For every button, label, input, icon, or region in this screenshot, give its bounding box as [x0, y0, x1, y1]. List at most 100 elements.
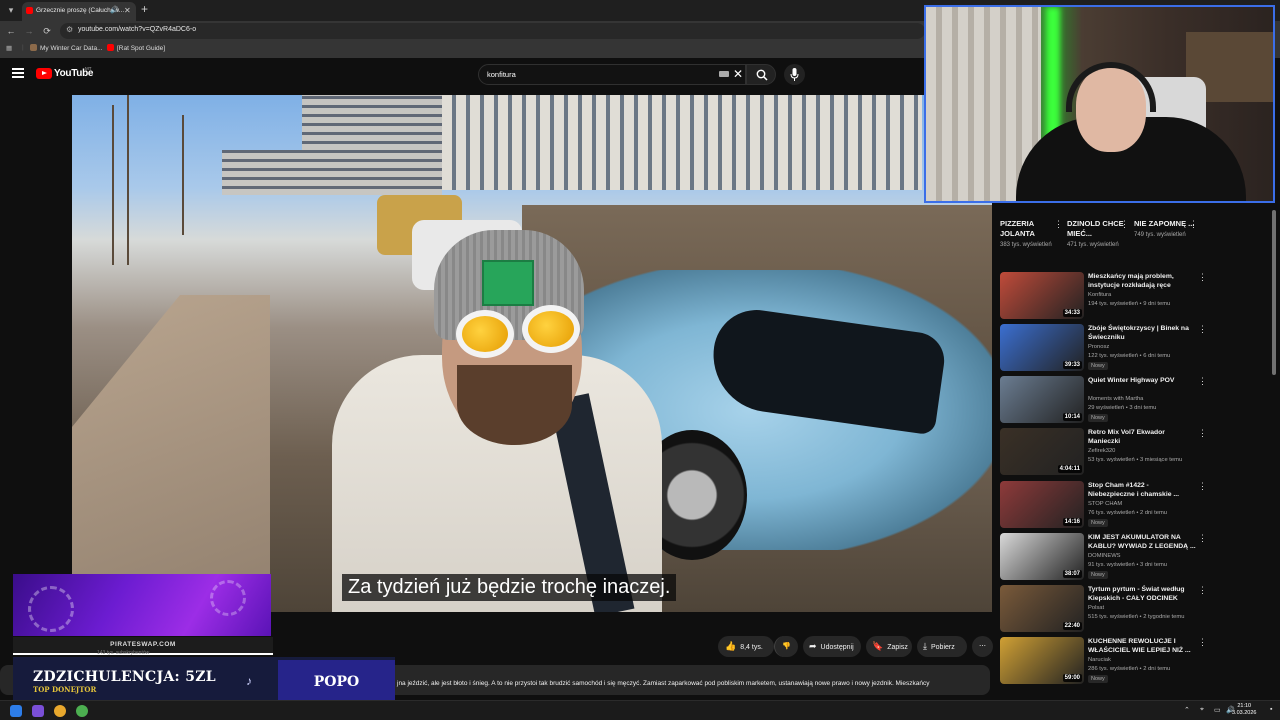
tab-close-icon[interactable]: ✕: [124, 2, 131, 19]
youtube-logo-icon[interactable]: [36, 68, 52, 79]
donation-alert: ZDZICHULENCJA: 5ZL TOP DONEJTOR ♪ POPO: [13, 657, 395, 706]
channel-name[interactable]: Zefirek320: [1088, 448, 1115, 454]
recommendation-item[interactable]: 38:07 KIM JEST AKUMULATOR NA KABLU? WYWIA…: [1000, 533, 1210, 581]
video-thumbnail[interactable]: 39:33: [1000, 324, 1084, 371]
video-duration: 14:16: [1062, 518, 1082, 526]
bookmark-rat-spot[interactable]: [Rat Spot Guide]: [107, 44, 165, 52]
video-title[interactable]: Retro Mix Vol7 Ekwador Manieczki: [1088, 428, 1196, 446]
download-button[interactable]: ⤓ Pobierz: [917, 636, 967, 657]
new-tab-icon[interactable]: +: [141, 2, 148, 16]
audio-icon[interactable]: 🔊: [110, 2, 119, 19]
video-title[interactable]: Zbóje Świętokrzyscy | Binek na Świecznik…: [1088, 324, 1196, 342]
video-title[interactable]: Quiet Winter Highway POV: [1088, 376, 1196, 385]
channel-name[interactable]: STOP CHAM: [1088, 501, 1122, 507]
forward-icon[interactable]: →: [22, 24, 36, 38]
new-badge: Nowy: [1088, 519, 1108, 527]
donation-label: TOP DONEJTOR: [33, 685, 97, 694]
recommendation-item[interactable]: 10:14 Quiet Winter Highway POV Moments wit…: [1000, 376, 1210, 424]
video-thumbnail[interactable]: 22:40: [1000, 585, 1084, 632]
more-icon[interactable]: ⋮: [1198, 376, 1207, 387]
save-button[interactable]: 🔖 Zapisz: [866, 636, 912, 657]
channel-name[interactable]: Pronosz: [1088, 344, 1109, 350]
recommendation-item[interactable]: 59:00 KUCHENNE REWOLUCJE I WŁAŚCICIEL WIE…: [1000, 637, 1210, 685]
recommendation-item[interactable]: 39:33 Zbóje Świętokrzyscy | Binek na Świe…: [1000, 324, 1210, 372]
more-icon[interactable]: ⋮: [1198, 585, 1207, 596]
video-thumbnail[interactable]: 14:16: [1000, 481, 1084, 528]
site-info-icon[interactable]: ⚙: [66, 25, 73, 34]
chip-views: 471 tys. wyświetleń: [1067, 242, 1119, 248]
bookmark-favicon-icon: [107, 44, 114, 51]
chrome-icon[interactable]: [54, 705, 66, 717]
more-icon[interactable]: ⋮: [1198, 533, 1207, 544]
more-icon[interactable]: ⋮: [1198, 481, 1207, 492]
reload-icon[interactable]: ⟳: [40, 24, 54, 38]
video-thumbnail[interactable]: 34:33: [1000, 272, 1084, 319]
more-icon[interactable]: ⋮: [1198, 428, 1207, 439]
channel-name[interactable]: Naruciak: [1088, 657, 1111, 663]
chip-views: 749 tys. wyświetleń: [1134, 232, 1186, 238]
download-icon: ⤓: [923, 641, 927, 651]
menu-icon[interactable]: [12, 68, 24, 78]
video-player[interactable]: Za tydzień już będzie trochę inaczej.: [72, 95, 992, 612]
dislike-button[interactable]: 👎: [774, 636, 798, 657]
video-title[interactable]: Stop Cham #1422 - Niebezpieczne i chamsk…: [1088, 481, 1196, 499]
video-title[interactable]: KUCHENNE REWOLUCJE I WŁAŚCICIEL WIE LEPI…: [1088, 637, 1196, 655]
notification-icon[interactable]: ▪: [1270, 706, 1272, 713]
donor-name: POPO: [313, 674, 360, 690]
tray-chevron-icon[interactable]: ⌃: [1184, 706, 1190, 714]
more-icon[interactable]: ⋮: [1198, 324, 1207, 335]
channel-name[interactable]: Konfitura: [1088, 292, 1111, 298]
monitor-icon[interactable]: ▭: [1214, 706, 1221, 714]
video-thumbnail[interactable]: 59:00: [1000, 637, 1084, 684]
more-icon[interactable]: ⋮: [1189, 219, 1198, 230]
video-title[interactable]: Mieszkańcy mają problem, instytucje rozk…: [1088, 272, 1196, 290]
system-clock[interactable]: 21:10 3.03.2026: [1232, 703, 1256, 717]
more-icon[interactable]: ⋮: [1198, 272, 1207, 283]
recommendation-item[interactable]: 22:40 Tyrtum pyrtum - Świat według Kiepsk…: [1000, 585, 1210, 633]
scrollbar-thumb[interactable]: [1272, 210, 1276, 375]
channel-name[interactable]: Polsat: [1088, 605, 1104, 611]
recommendation-item[interactable]: 4:04:11 Retro Mix Vol7 Ekwador Manieczki Z…: [1000, 428, 1210, 476]
more-horizontal-icon: ⋯: [979, 643, 986, 650]
start-icon[interactable]: [10, 705, 22, 717]
more-actions-button[interactable]: ⋯: [972, 636, 993, 657]
channel-name[interactable]: DOMINEWS: [1088, 553, 1121, 559]
video-title[interactable]: KIM JEST AKUMULATOR NA KABLU? WYWIAD Z L…: [1088, 533, 1196, 551]
video-title[interactable]: Tyrtum pyrtum - Świat według Kiepskich -…: [1088, 585, 1196, 603]
app-icon[interactable]: [76, 705, 88, 717]
video-meta: 194 tys. wyświetleń • 9 dni temu: [1088, 301, 1171, 307]
video-duration: 59:00: [1062, 674, 1082, 682]
clear-search-icon[interactable]: ✕: [733, 67, 743, 81]
sunglasses-lens: [456, 310, 514, 358]
more-icon[interactable]: ⋮: [1120, 219, 1129, 230]
browser-tab[interactable]: Grzecznie proszę (Całuchow... 🔊 ✕: [22, 2, 136, 21]
channel-name[interactable]: Moments with Martha: [1088, 396, 1143, 402]
video-thumbnail[interactable]: 4:04:11: [1000, 428, 1084, 475]
new-badge: Nowy: [1088, 675, 1108, 683]
youtube-favicon-icon: [26, 7, 33, 14]
like-button[interactable]: 👍 8,4 tys.: [718, 636, 774, 657]
channel-name-text: Pronosz: [1088, 344, 1110, 350]
bookmark-winter-car[interactable]: My Winter Car Data...: [30, 44, 102, 52]
voice-search-button[interactable]: [784, 64, 805, 85]
url-field[interactable]: ⚙ youtube.com/watch?v=QZvR4aDC6-o: [60, 23, 925, 39]
recommendation-item[interactable]: 34:33 Mieszkańcy mają problem, instytucje…: [1000, 272, 1210, 320]
video-thumbnail[interactable]: 10:14: [1000, 376, 1084, 423]
share-button[interactable]: ➦ Udostępnij: [803, 636, 861, 657]
more-icon[interactable]: ⋮: [1198, 637, 1207, 648]
apps-grid-icon[interactable]: ▦: [6, 44, 12, 52]
back-icon[interactable]: ←: [4, 24, 18, 38]
search-button[interactable]: [746, 64, 776, 85]
network-icon[interactable]: ⌖: [1200, 706, 1204, 714]
share-icon: ➦: [809, 641, 817, 651]
app-icon[interactable]: [32, 705, 44, 717]
keyboard-icon[interactable]: [719, 71, 729, 77]
headset: [1066, 62, 1156, 112]
more-icon[interactable]: ⋮: [1054, 219, 1063, 230]
recommendation-item[interactable]: 14:16 Stop Cham #1422 - Niebezpieczne i c…: [1000, 481, 1210, 529]
video-thumbnail[interactable]: 38:07: [1000, 533, 1084, 580]
subscriber-count: 143 tys. subskrybentów: [97, 650, 150, 656]
donor-box: POPO: [278, 660, 395, 704]
search-input[interactable]: konfitura ✕: [478, 64, 746, 85]
tab-search-icon[interactable]: ▾: [4, 3, 18, 17]
